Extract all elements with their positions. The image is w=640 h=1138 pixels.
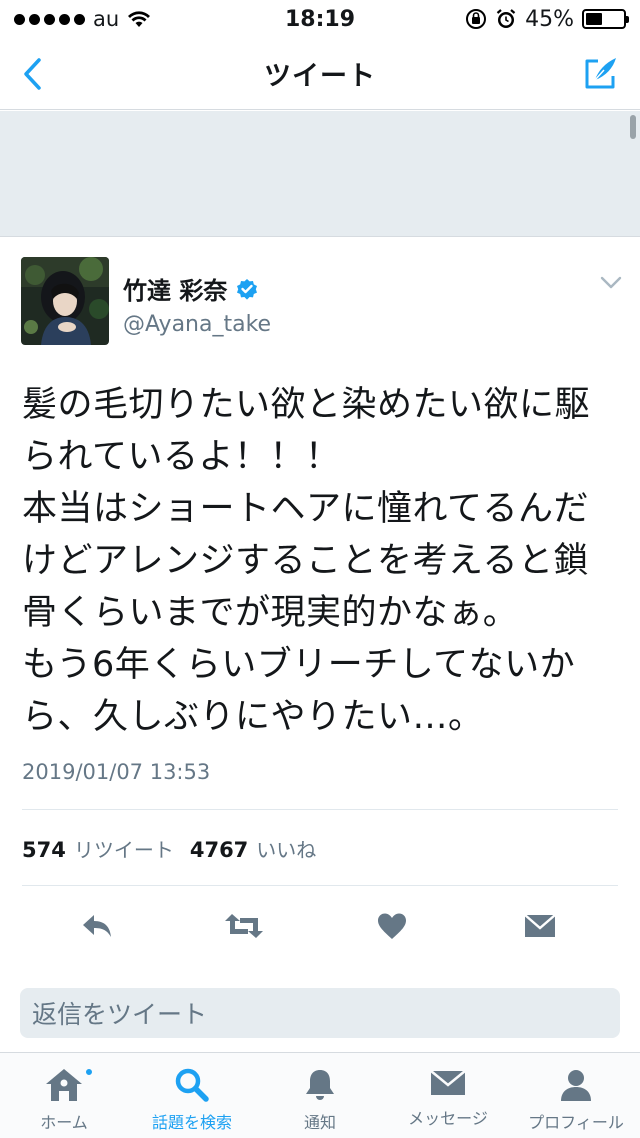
bell-icon: [306, 1070, 334, 1100]
compose-icon: [585, 58, 616, 89]
retweet-button[interactable]: [219, 901, 269, 951]
tab-search[interactable]: 話題を検索: [128, 1053, 256, 1138]
retweet-label[interactable]: リツイート: [74, 834, 174, 863]
tweet-author[interactable]: 竹達 彩奈 @Ayana_take: [123, 271, 271, 337]
tweet-timestamp: 2019/01/07 13:53: [22, 760, 211, 784]
scrollbar[interactable]: [630, 115, 636, 139]
tab-label: メッセージ: [408, 1109, 488, 1128]
display-name[interactable]: 竹達 彩奈: [123, 271, 227, 306]
avatar[interactable]: [21, 257, 109, 345]
notification-dot: [84, 1067, 94, 1077]
like-label[interactable]: いいね: [256, 834, 316, 863]
tweet-text: 髪の毛切りたい欲と染めたい欲に駆 られているよ！！！ 本当はショートヘアに憧れて…: [22, 385, 591, 737]
dm-button[interactable]: [515, 901, 565, 951]
divider: [22, 885, 618, 886]
name-row: 竹達 彩奈: [123, 271, 271, 306]
retweet-icon: [225, 914, 263, 938]
reply-button[interactable]: [72, 901, 122, 951]
tweet-actions: [0, 901, 640, 965]
header-banner: [0, 111, 640, 237]
battery-icon: [582, 9, 629, 29]
status-bar: au 18:19 45%: [0, 0, 640, 38]
like-button[interactable]: [367, 901, 417, 951]
compose-button[interactable]: [580, 52, 622, 94]
dm-icon: [524, 914, 556, 937]
tab-messages[interactable]: メッセージ: [384, 1053, 512, 1138]
nav-bar: ツイート: [0, 38, 640, 110]
signal-icon: [14, 13, 85, 25]
tab-label: ホーム: [40, 1113, 88, 1132]
user-handle[interactable]: @Ayana_take: [123, 312, 271, 337]
status-left: au: [14, 7, 151, 31]
tab-label: 話題を検索: [151, 1113, 232, 1132]
tab-notifications[interactable]: 通知: [256, 1053, 384, 1138]
battery-percent: 45%: [525, 6, 574, 32]
reply-area: 返信をツイート: [0, 974, 640, 1046]
like-icon: [378, 913, 406, 939]
reply-input[interactable]: 返信をツイート: [20, 988, 620, 1038]
status-right: 45%: [465, 6, 629, 32]
like-count[interactable]: 4767: [190, 838, 248, 862]
tab-label: プロフィール: [528, 1113, 624, 1132]
tweet-stats: 574 リツイート 4767 いいね: [22, 834, 332, 863]
battery-fill: [586, 13, 603, 25]
chevron-left-icon: [24, 58, 41, 90]
avatar-photo: [21, 257, 109, 345]
retweet-count[interactable]: 574: [22, 838, 66, 862]
divider: [22, 809, 618, 810]
reply-icon: [83, 915, 111, 937]
verified-badge-icon: [237, 278, 258, 300]
page-title: ツイート: [264, 61, 376, 92]
wifi-icon: [128, 11, 151, 27]
envelope-icon: [430, 1069, 466, 1095]
tab-label: 通知: [303, 1113, 336, 1132]
chevron-down-icon: [600, 276, 622, 289]
profile-icon: [561, 1070, 591, 1101]
back-button[interactable]: [12, 54, 52, 94]
tab-home[interactable]: ホーム: [0, 1053, 128, 1138]
alarm-icon: [496, 9, 516, 28]
tab-bar: ホーム 話題を検索 通知 メッセージ プロフィール: [0, 1052, 640, 1138]
tab-profile[interactable]: プロフィール: [512, 1053, 640, 1138]
home-icon: [46, 1069, 82, 1101]
carrier-label: au: [93, 7, 120, 31]
tweet-menu-button[interactable]: [600, 275, 622, 294]
search-icon: [175, 1068, 209, 1102]
rotation-lock-icon: [466, 9, 487, 29]
